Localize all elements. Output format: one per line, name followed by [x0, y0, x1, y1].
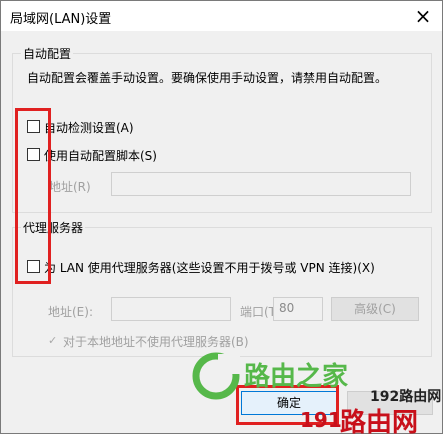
bypass-local-label[interactable]: 对于本地地址不使用代理服务器(B): [63, 333, 249, 350]
use-proxy-label[interactable]: 为 LAN 使用代理服务器(这些设置不用于拨号或 VPN 连接)(X): [44, 259, 375, 276]
auto-config-group-label: 自动配置: [21, 45, 74, 62]
port-value: 80: [279, 301, 295, 315]
advanced-button[interactable]: 高级(C): [331, 297, 419, 321]
auto-detect-label[interactable]: 自动检测设置(A): [44, 119, 134, 136]
port-input[interactable]: 80: [273, 297, 323, 321]
proxy-address-input[interactable]: [111, 297, 231, 321]
close-button[interactable]: ×: [410, 3, 436, 29]
watermark-brand-text: 路由网: [340, 408, 419, 438]
auto-config-description: 自动配置会覆盖手动设置。要确保使用手动设置，请禁用自动配置。: [27, 71, 388, 85]
script-address-label: 地址(R): [49, 180, 91, 194]
bypass-check-icon[interactable]: ✓: [48, 334, 57, 347]
script-address-input[interactable]: [111, 172, 411, 196]
watermark-logo-icon: [192, 352, 240, 400]
watermark-brand-number: 191: [300, 408, 342, 432]
proxy-address-label: 地址(E):: [48, 305, 93, 319]
watermark-logo-text: 路由之家: [244, 362, 349, 392]
use-script-label[interactable]: 使用自动配置脚本(S): [44, 147, 157, 164]
highlight-box-checkboxes: [15, 108, 51, 284]
title-bar: 局域网(LAN)设置 ×: [1, 1, 442, 31]
dialog-title: 局域网(LAN)设置: [10, 12, 112, 27]
